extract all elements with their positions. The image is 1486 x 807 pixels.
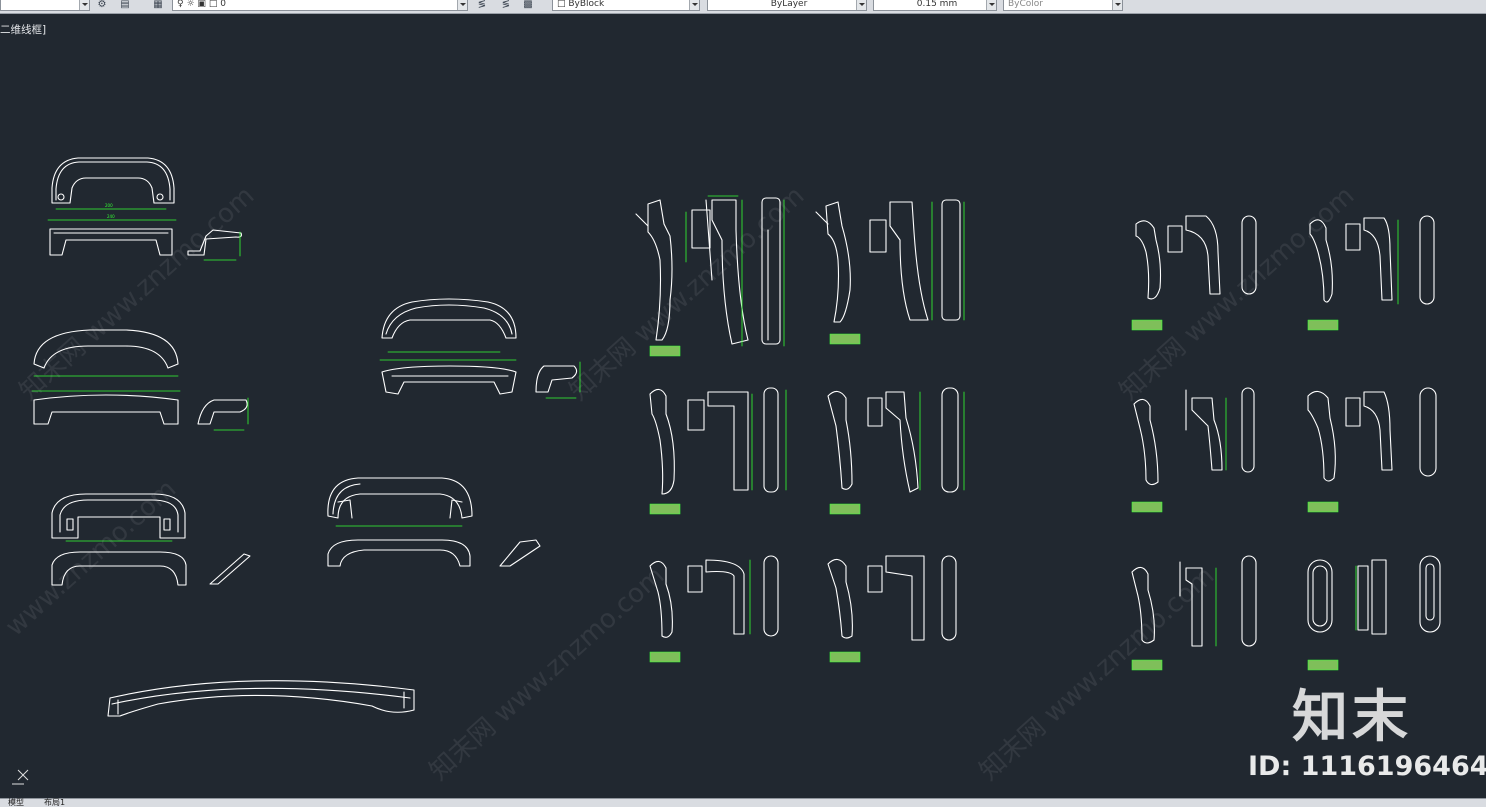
pull-handle-2-profile (197, 397, 249, 431)
pull-handle-3-front (51, 493, 186, 542)
pull-handle-2-side (33, 394, 179, 425)
svg-text:240: 240 (107, 214, 115, 219)
color-combo[interactable]: □ ByBlock (552, 0, 700, 11)
window-handle-r1 (1131, 215, 1257, 331)
lineweight-value: 0.15 mm (916, 0, 958, 9)
window-handle-m5 (649, 555, 779, 663)
ucs-icon (12, 769, 29, 785)
pull-handle-3-side (51, 551, 187, 586)
lock-icon: ▣ (197, 0, 206, 9)
window-handle-r3 (1131, 387, 1255, 513)
plotstyle-value: ByColor (1008, 0, 1043, 9)
window-handle-m2 (815, 199, 965, 345)
svg-text:200: 200 (105, 203, 113, 208)
pull-handle-1-side (49, 228, 173, 256)
long-bar-handle (107, 680, 415, 717)
match-properties-icon[interactable]: ▩ (520, 0, 536, 11)
properties-toolbar: ⚙ ▤ ▦ ♀ ☼ ▣ □ 0 ≶ ≶ ▩ □ ByBlock ByLayer … (0, 0, 1486, 14)
window-handle-r2 (1307, 215, 1435, 331)
lineweight-combo[interactable]: 0.15 mm (873, 0, 997, 11)
pull-handle-5-side (381, 365, 517, 395)
pull-handle-5-profile (535, 361, 581, 399)
tab-model[interactable]: 模型 (8, 798, 24, 807)
window-handle-m1 (635, 195, 785, 357)
layer-previous-icon[interactable]: ▦ (150, 0, 166, 11)
layer-iso-icon[interactable]: ≶ (498, 0, 514, 11)
plotstyle-combo[interactable]: ByColor (1003, 0, 1123, 11)
make-object-layer-current-icon[interactable]: ≶ (474, 0, 490, 11)
chevron-down-icon[interactable] (457, 0, 467, 10)
color-value: ByBlock (568, 0, 605, 9)
color-swatch-icon: □ (557, 0, 569, 9)
watermark-id: ID: 1116196464 (1248, 751, 1486, 782)
linetype-value: ByLayer (770, 0, 808, 9)
pull-handle-4-front (327, 477, 473, 527)
drawing-canvas[interactable]: 200 240 (0, 14, 1486, 798)
window-handle-m4 (827, 387, 965, 515)
layer-manager-icon[interactable]: ▤ (117, 0, 133, 11)
pull-handle-5-top (379, 298, 517, 361)
workspace-combo[interactable] (0, 0, 90, 11)
window-handle-m3 (649, 387, 787, 515)
pull-handle-3-profile (209, 553, 251, 585)
window-handle-m6 (827, 555, 957, 663)
sun-icon: ☼ (186, 0, 195, 9)
chevron-down-icon[interactable] (986, 0, 996, 10)
pull-handle-4-side (327, 539, 471, 567)
window-handle-r6 (1307, 555, 1441, 671)
layout-tabs-bar: 模型 布局1 (0, 798, 1486, 807)
lightbulb-icon: ♀ (177, 0, 184, 9)
autocad-window: ⚙ ▤ ▦ ♀ ☼ ▣ □ 0 ≶ ≶ ▩ □ ByBlock ByLayer … (0, 0, 1486, 807)
chevron-down-icon[interactable] (1112, 0, 1122, 10)
layer-state-icon[interactable]: ⚙ (94, 0, 110, 11)
watermark-logo: 知末 (1292, 685, 1412, 750)
pull-handle-1-profile (187, 229, 242, 261)
chevron-down-icon[interactable] (856, 0, 866, 10)
chevron-down-icon[interactable] (689, 0, 699, 10)
layer-value: 0 (220, 0, 226, 9)
chevron-down-icon[interactable] (79, 0, 89, 10)
pull-handle-4-profile (499, 539, 541, 567)
window-handle-r5 (1131, 555, 1257, 671)
color-swatch-icon: □ (208, 0, 218, 9)
tab-layout1[interactable]: 布局1 (44, 798, 65, 807)
linetype-combo[interactable]: ByLayer (707, 0, 867, 11)
pull-handle-2-front (31, 329, 181, 392)
pull-handle-1-front: 200 240 (47, 157, 177, 221)
window-handle-r4 (1307, 387, 1437, 513)
layer-combo[interactable]: ♀ ☼ ▣ □ 0 (172, 0, 468, 11)
